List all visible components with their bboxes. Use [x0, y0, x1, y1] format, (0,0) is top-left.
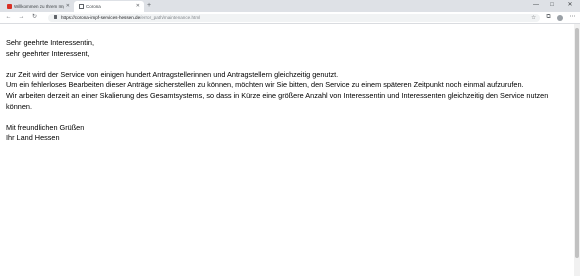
url-path: /error_path/maintenance.html: [140, 14, 201, 20]
tab-title: Coronа: [86, 4, 101, 9]
tab-corona[interactable]: Coronа ✕: [74, 1, 144, 12]
url-host: https://corona-impf-services-hessen.de: [61, 14, 141, 20]
close-icon[interactable]: ✕: [136, 1, 140, 12]
new-tab-button[interactable]: +: [147, 1, 151, 11]
closing-line-1: Mit freundlichen Grüßen: [6, 122, 85, 132]
collections-icon[interactable]: ⧉: [544, 13, 553, 22]
maximize-button[interactable]: □: [546, 0, 558, 10]
greeting-line-2: sehr geehrter Interessent,: [6, 48, 90, 58]
message-line-2: Um ein fehlerloses Bearbeiten dieser Ant…: [6, 80, 524, 90]
close-icon[interactable]: ✕: [66, 1, 70, 12]
closing-line-2: Ihr Land Hessen: [6, 133, 60, 143]
star-icon[interactable]: ☆: [531, 14, 536, 22]
minimize-button[interactable]: —: [530, 0, 542, 10]
red-square-icon: [7, 4, 12, 9]
vertical-scrollbar[interactable]: [574, 24, 580, 276]
menu-icon[interactable]: ⋯: [568, 13, 577, 22]
toolbar: ← → ↻ https://corona-impf-services-hesse…: [0, 12, 580, 24]
document-icon: [79, 4, 84, 9]
scrollbar-thumb[interactable]: [575, 28, 579, 258]
tab-strip: Willkommen zu Ihrem Impfterm ✕ Coronа ✕ …: [0, 0, 580, 12]
reload-icon[interactable]: ↻: [30, 13, 39, 22]
avatar[interactable]: [557, 14, 563, 21]
lock-icon: [54, 15, 57, 19]
tab-title: Willkommen zu Ihrem Impfterm: [14, 4, 64, 9]
message-line-1: zur Zeit wird der Service von einigen hu…: [6, 69, 339, 79]
address-bar[interactable]: https://corona-impf-services-hessen.de/e…: [48, 13, 540, 22]
tab-welcome[interactable]: Willkommen zu Ihrem Impfterm ✕: [2, 1, 74, 12]
close-window-button[interactable]: ✕: [564, 0, 576, 10]
back-arrow-icon[interactable]: ←: [4, 13, 13, 22]
message-line-3: Wir arbeiten derzeit an einer Skalierung…: [6, 90, 549, 111]
forward-arrow-icon[interactable]: →: [17, 13, 26, 22]
url-text: https://corona-impf-services-hessen.de/e…: [61, 14, 200, 22]
greeting-line-1: Sehr geehrte Interessentin,: [6, 38, 95, 47]
maintenance-message: Sehr geehrte Interessentin, sehr geehrte…: [6, 38, 574, 144]
